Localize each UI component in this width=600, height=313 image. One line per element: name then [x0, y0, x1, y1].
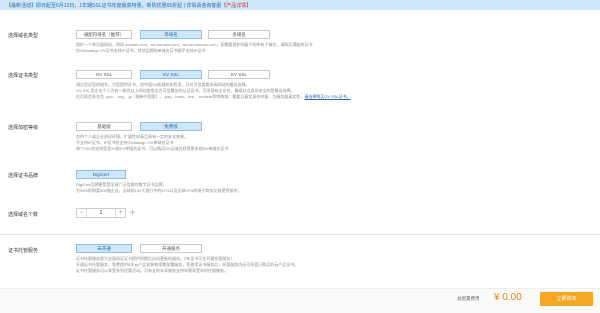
cert-type-desc-3-text: 在后续信息名包 .gov、.org、.jp（限新兴国家）、.pay、bank、l… [76, 94, 305, 99]
domain-count-label: 选择域名个数 [8, 212, 39, 218]
encryption-level-label: 选择加密等级 [8, 125, 39, 131]
hosting-label: 证书托管服务 [8, 248, 39, 254]
buy-now-button[interactable]: 立即购买 [540, 292, 593, 306]
domain-count-unit: 个 [130, 211, 136, 217]
total-fee-label: 总配置费用 [457, 296, 480, 301]
brand-desc-2: 为99%的财富500强企业，全球前100大银行中的97%以及全球97%的电子商务… [76, 188, 242, 193]
option-wildcard-domain[interactable]: 通配符域名（推荐） [76, 30, 132, 39]
domain-type-label: 选择域名类型 [8, 33, 39, 39]
option-ev-ssl-2[interactable]: EV SSL [208, 70, 270, 79]
increment-button[interactable]: + [115, 209, 125, 217]
option-brand-digicert[interactable]: DigiCert [76, 170, 126, 179]
option-ov-ssl[interactable]: OV SSL [76, 70, 132, 79]
cert-type-label: 选择证书类型 [8, 73, 39, 79]
section-divider [0, 234, 600, 235]
ov-ssl-purchase-link[interactable]: 请选择购买OV SSL证书。 [304, 94, 350, 99]
promo-text: 【最新活动】即日起至6月13日，1年期SSL证书年度最高特惠，新购优惠65折起 … [6, 3, 222, 9]
option-multi-domain[interactable]: 多域名 [208, 30, 270, 39]
option-free-edition[interactable]: 免费版 [140, 122, 202, 131]
total-fee-amount: ¥ 0.00 [494, 292, 522, 303]
encryption-desc-3: 每个OID仅支持签发20张DV单域名证书，可以购买DV泛域名获得更多的DV单域名… [76, 146, 229, 151]
domain-count-stepper[interactable]: − 1 + [76, 208, 126, 218]
option-hosting-off[interactable]: 未开通 [76, 244, 132, 253]
promo-notice-text: 【最新活动】即日起至6月13日，1年期SSL证书年度最高特惠，新购优惠65折起 … [6, 2, 251, 9]
option-basic-edition[interactable]: 基础版 [76, 122, 132, 131]
promo-notice-bar: 【最新活动】即日起至6月13日，1年期SSL证书年度最高特惠，新购优惠65折起 … [0, 0, 600, 10]
brand-label: 选择证书品牌 [8, 173, 39, 179]
hosting-desc-3: 证书托管服务可以享受系列优惠活动，可有全的年享服务支持年限享受年的托管服务。 [76, 268, 228, 273]
option-ev-ssl[interactable]: EV SSL [140, 70, 202, 79]
promo-details-link[interactable]: 【产品详情】 [221, 3, 251, 9]
cert-type-desc-3: 在后续信息名包 .gov、.org、.jp（限新兴国家）、.pay、bank、l… [76, 94, 351, 100]
option-single-domain[interactable]: 单域名 [140, 30, 202, 39]
domain-type-desc-2: 仅Globalsign OV证书支持IP证书，其他品牌的单域名证书都不支持IP证… [76, 48, 206, 53]
decrement-button[interactable]: − [77, 209, 87, 217]
domain-count-input[interactable]: 1 [89, 209, 113, 217]
option-hosting-on[interactable]: 开通服务 [140, 244, 202, 253]
